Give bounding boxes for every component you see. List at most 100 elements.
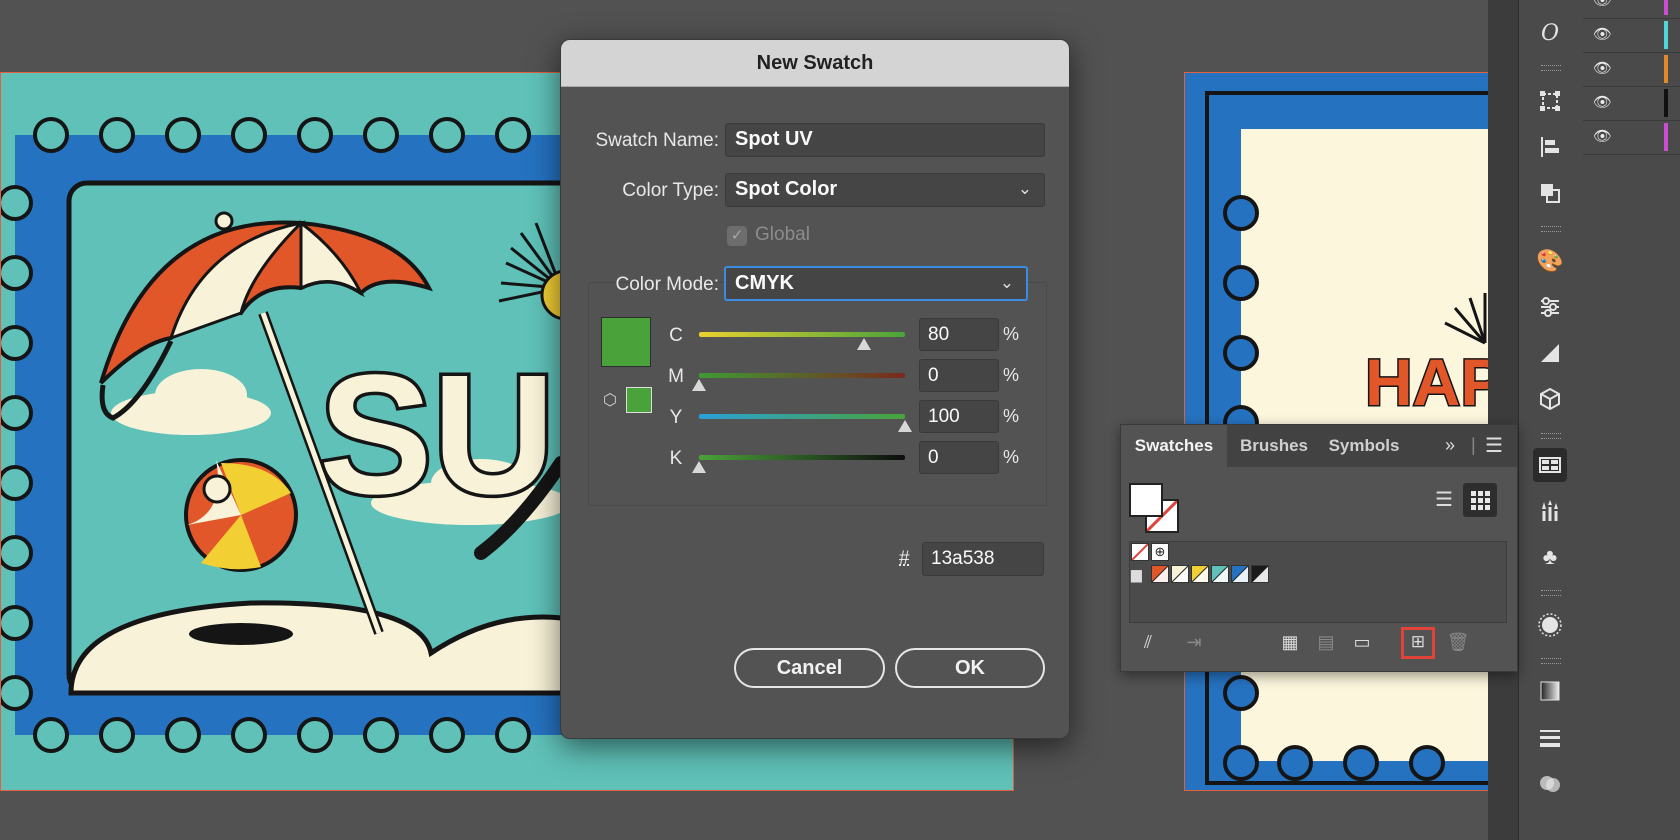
global-checkbox[interactable]: ✓ [727, 226, 747, 246]
delete-swatch-trash-icon[interactable]: 🗑 [1445, 629, 1471, 655]
hamburger-menu-icon[interactable]: ☰ [1485, 433, 1503, 458]
yellow-slider-thumb[interactable] [898, 420, 912, 432]
swatch-options-icon[interactable]: ▤ [1313, 629, 1339, 655]
cyan-value-input[interactable]: 80 [919, 318, 999, 351]
black-label: K [669, 448, 683, 469]
layer-color-chip [1664, 0, 1668, 15]
out-of-gamut-cube-icon[interactable]: ⬡ [603, 390, 623, 410]
black-slider-track[interactable] [699, 455, 905, 460]
3d-cube-icon[interactable] [1533, 382, 1567, 416]
chevron-down-icon: ⌄ [1017, 179, 1032, 198]
stroke-icon[interactable] [1533, 720, 1567, 754]
place-swatch-icon[interactable]: ⇥ [1181, 629, 1207, 655]
color-palette-icon[interactable]: 🎨 [1533, 244, 1567, 278]
layer-color-chip [1664, 55, 1668, 83]
cyan-label: C [669, 325, 683, 346]
color-mode-select[interactable]: CMYK ⌄ [724, 266, 1028, 301]
brushes-icon[interactable] [1533, 494, 1567, 528]
swatch-name-input[interactable]: Spot UV [725, 123, 1045, 157]
swatches-icon[interactable] [1533, 448, 1567, 482]
cyan-unit: % [1003, 324, 1020, 344]
pathfinder-icon[interactable] [1533, 176, 1567, 210]
new-swatch-dialog: New Swatch Swatch Name: Spot UV Color Ty… [560, 39, 1070, 739]
dialog-titlebar[interactable]: New Swatch [561, 40, 1069, 87]
swatch-none[interactable] [1131, 543, 1149, 561]
align-icon[interactable] [1533, 130, 1567, 164]
appearance-icon[interactable] [1533, 608, 1567, 642]
transparency-icon[interactable] [1533, 766, 1567, 800]
transform-icon[interactable] [1533, 84, 1567, 118]
artwork-happy-text: HAPP [1365, 345, 1489, 419]
symbols-club-icon[interactable]: ♣ [1533, 540, 1567, 574]
swatches-tabbar: Swatches Brushes Symbols » | ☰ [1121, 425, 1517, 467]
color-type-select[interactable]: Spot Color ⌄ [725, 173, 1045, 207]
opentype-icon[interactable]: 𝑂 [1533, 16, 1567, 50]
yellow-value-input[interactable]: 100 [919, 400, 999, 433]
tab-swatches[interactable]: Swatches [1121, 425, 1227, 467]
list-view-icon[interactable]: ☰ [1429, 485, 1459, 515]
color-swatch[interactable] [1231, 565, 1249, 583]
swatch-libraries-icon[interactable]: ⫽ [1135, 629, 1161, 655]
dock-grip[interactable] [1541, 65, 1561, 71]
color-type-label: Color Type: [622, 180, 719, 201]
visibility-eye-icon[interactable]: 👁 [1593, 128, 1612, 146]
color-group-folder-icon: ▆ [1131, 566, 1142, 582]
magenta-slider-track[interactable] [699, 373, 905, 378]
new-color-group-icon[interactable]: ▭ [1349, 629, 1375, 655]
black-slider-thumb[interactable] [692, 461, 706, 473]
yellow-slider-track[interactable] [699, 414, 905, 419]
layer-row[interactable]: 👁 [1583, 0, 1680, 19]
tab-brushes[interactable]: Brushes [1229, 425, 1319, 467]
registration-swatch[interactable]: ⊕ [1151, 543, 1169, 561]
layer-row[interactable]: 👁 [1583, 86, 1680, 121]
magenta-unit: % [1003, 365, 1020, 385]
black-value-input[interactable]: 0 [919, 441, 999, 474]
tab-divider: | [1471, 435, 1476, 455]
color-sliders-icon[interactable] [1533, 290, 1567, 324]
in-gamut-color-chip[interactable] [626, 387, 652, 413]
color-swatch[interactable] [1251, 565, 1269, 583]
color-type-value: Spot Color [735, 178, 838, 200]
visibility-eye-icon[interactable]: 👁 [1593, 60, 1612, 78]
grid-view-icon [1471, 491, 1490, 510]
double-chevron-right-icon[interactable]: » [1445, 435, 1455, 456]
global-label: Global [755, 224, 810, 245]
swatch-name-label: Swatch Name: [595, 130, 719, 151]
dialog-title: New Swatch [756, 52, 874, 74]
hex-value-input[interactable]: 13a538 [922, 542, 1044, 576]
magenta-slider-thumb[interactable] [692, 379, 706, 391]
layer-row[interactable]: 👁 [1583, 18, 1680, 53]
visibility-eye-icon[interactable]: 👁 [1593, 0, 1612, 10]
ok-button[interactable]: OK [895, 648, 1045, 688]
layer-color-chip [1664, 21, 1668, 49]
color-swatch[interactable] [1191, 565, 1209, 583]
swatches-panel: Swatches Brushes Symbols » | ☰ ☰ ⊕ ▆ ⫽ ⇥… [1120, 424, 1518, 672]
visibility-eye-icon[interactable]: 👁 [1593, 94, 1612, 112]
grid-view-button[interactable] [1463, 483, 1497, 517]
gradient-icon[interactable] [1533, 674, 1567, 708]
layer-row[interactable]: 👁 [1583, 52, 1680, 87]
dock-grip[interactable] [1541, 433, 1561, 439]
chevron-down-icon: ⌄ [999, 273, 1014, 292]
magenta-label: M [668, 366, 684, 387]
tab-symbols[interactable]: Symbols [1319, 425, 1409, 467]
show-swatch-kinds-icon[interactable]: ▦ [1277, 629, 1303, 655]
yellow-label: Y [669, 407, 683, 428]
dock-grip[interactable] [1541, 590, 1561, 596]
color-swatch[interactable] [1151, 565, 1169, 583]
layer-row[interactable]: 👁 [1583, 120, 1680, 155]
color-guide-icon[interactable] [1533, 336, 1567, 370]
hex-symbol: # [899, 548, 910, 569]
color-swatch[interactable] [1211, 565, 1229, 583]
dock-grip[interactable] [1541, 658, 1561, 664]
visibility-eye-icon[interactable]: 👁 [1593, 26, 1612, 44]
fill-indicator[interactable] [1129, 483, 1163, 517]
cyan-slider-track[interactable] [699, 332, 905, 337]
cancel-button[interactable]: Cancel [734, 648, 885, 688]
color-swatch[interactable] [1171, 565, 1189, 583]
magenta-value-input[interactable]: 0 [919, 359, 999, 392]
dock-grip[interactable] [1541, 226, 1561, 232]
cyan-slider-thumb[interactable] [856, 338, 871, 350]
new-swatch-icon[interactable]: ⊞ [1405, 629, 1431, 655]
layer-color-chip [1664, 89, 1668, 117]
